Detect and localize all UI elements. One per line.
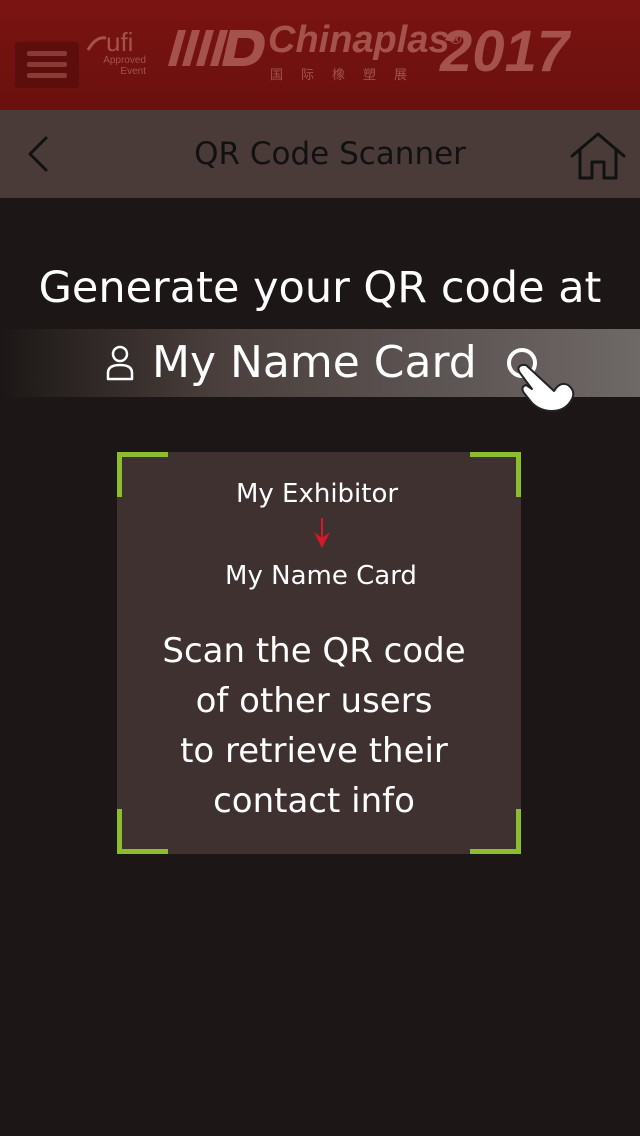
ufi-word: ufi: [106, 27, 134, 57]
brand-year: 2017: [440, 19, 570, 84]
instruction-line: Scan the QR code: [162, 631, 466, 671]
navigation-bar: QR Code Scanner: [0, 110, 640, 198]
user-icon: [106, 345, 134, 381]
generate-headline: Generate your QR code at: [38, 263, 602, 313]
brand-stripes-icon: [168, 30, 265, 66]
ufi-swoosh-icon: [86, 36, 107, 51]
hand-pointer-icon: [507, 348, 575, 412]
top-banner: ufi Approved Event Chinaplas® 国际橡塑展 2017: [0, 0, 640, 110]
home-button[interactable]: [568, 130, 628, 184]
scan-instruction: Scan the QR code of other users to retri…: [117, 626, 511, 826]
instruction-line: contact info: [213, 781, 415, 821]
step-my-exhibitor: My Exhibitor: [235, 479, 399, 509]
my-name-card-link[interactable]: My Name Card: [0, 329, 640, 412]
menu-button[interactable]: [15, 42, 79, 88]
home-icon: [570, 132, 626, 180]
arrow-down-icon: [314, 518, 330, 548]
hamburger-menu-icon: [27, 62, 67, 67]
hamburger-menu-icon: [27, 73, 67, 78]
ufi-event: Event: [120, 66, 146, 77]
ufi-logo: ufi Approved Event: [86, 28, 156, 80]
hamburger-menu-icon: [27, 51, 67, 56]
step-my-name-card: My Name Card: [225, 561, 417, 591]
back-button[interactable]: [20, 132, 64, 176]
chevron-left-icon: [28, 136, 48, 172]
brand-name: Chinaplas®: [268, 20, 461, 60]
brand-chinese: 国际橡塑展: [270, 68, 426, 83]
page-title: QR Code Scanner: [194, 136, 466, 172]
my-name-card-label: My Name Card: [152, 337, 477, 388]
instruction-line: to retrieve their: [180, 731, 448, 771]
brand-text: Chinaplas: [268, 19, 450, 61]
instruction-line: of other users: [195, 681, 433, 721]
ufi-approved: Approved: [103, 55, 146, 66]
qr-scan-area[interactable]: My Exhibitor My Name Card Scan the QR co…: [117, 452, 521, 854]
